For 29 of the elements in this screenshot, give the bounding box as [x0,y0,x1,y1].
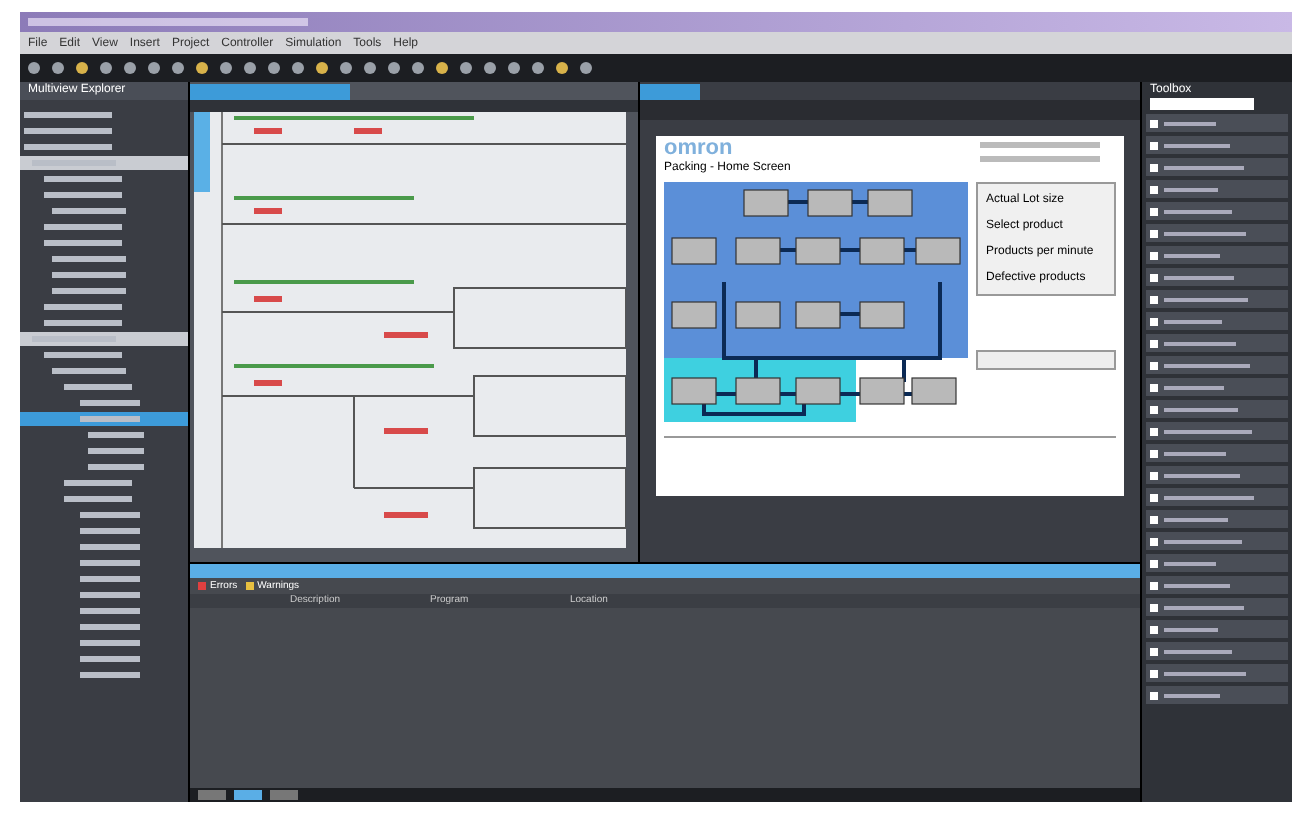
toolbox-item[interactable] [1146,312,1288,330]
toolbox-item[interactable] [1146,532,1288,550]
toolbox-item[interactable] [1146,136,1288,154]
toolbox-item[interactable] [1146,246,1288,264]
toolbox-item[interactable] [1146,686,1288,704]
toolbox-item[interactable] [1146,378,1288,396]
toolbox-item[interactable] [1146,268,1288,286]
toolbox-item[interactable] [1146,620,1288,638]
search-field[interactable] [1150,98,1254,110]
toolbox-item[interactable] [1146,290,1288,308]
toolbox-item[interactable] [1146,422,1288,440]
toolbox-item[interactable] [1146,664,1288,682]
toolbox-item[interactable] [1146,576,1288,594]
toolbox-item[interactable] [1146,642,1288,660]
toolbox-item[interactable] [1146,334,1288,352]
toolbox-item[interactable] [1146,356,1288,374]
toolbox-item[interactable] [1146,224,1288,242]
toolbox-item[interactable] [1146,114,1288,132]
toolbox-item[interactable] [1146,202,1288,220]
toolbox-item[interactable] [1146,444,1288,462]
logo-text: omron [664,136,735,160]
toolbox-item[interactable] [1146,466,1288,484]
toolbox-item[interactable] [1146,400,1288,418]
toolbox-item[interactable] [1146,158,1288,176]
toolbox-item[interactable] [1146,510,1288,528]
toolbox-item[interactable] [1146,488,1288,506]
toolbox-item[interactable] [1146,554,1288,572]
toolbox-item[interactable] [1146,180,1288,198]
toolbox-item[interactable] [1146,598,1288,616]
